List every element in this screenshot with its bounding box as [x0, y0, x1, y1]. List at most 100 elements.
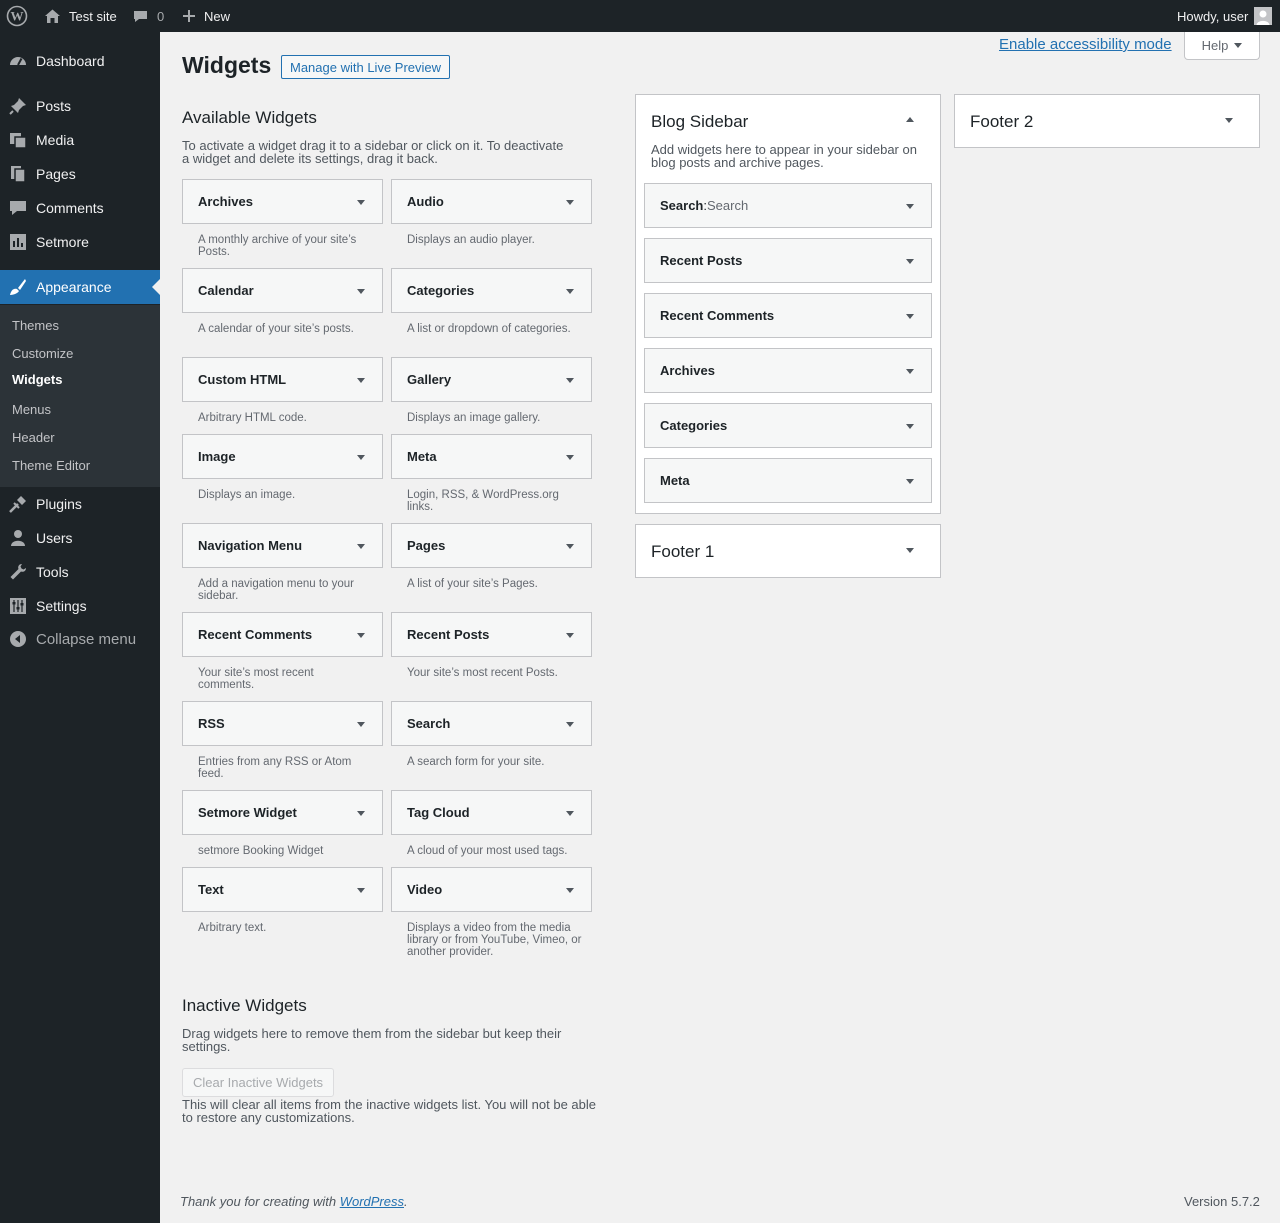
widget-rss[interactable]: RSS [182, 701, 383, 746]
chevron-down-icon[interactable] [357, 455, 365, 460]
submenu-item-widgets[interactable]: Widgets [12, 372, 62, 387]
comments-link[interactable]: 0 [133, 0, 164, 32]
widget-image[interactable]: Image [182, 434, 383, 479]
chevron-down-icon[interactable] [906, 479, 914, 484]
chevron-down-icon[interactable] [566, 289, 574, 294]
chevron-down-icon[interactable] [357, 722, 365, 727]
accessibility-mode-link[interactable]: Enable accessibility mode [999, 36, 1172, 53]
help-tab-button[interactable]: Help [1184, 32, 1260, 60]
footer-2-area[interactable]: Footer 2 [954, 94, 1260, 148]
chevron-up-icon[interactable] [906, 117, 914, 122]
widget-meta[interactable]: Meta [391, 434, 592, 479]
widget-pages[interactable]: Pages [391, 523, 592, 568]
sidebar-item-plugins[interactable]: Plugins [0, 487, 160, 521]
widget-video[interactable]: Video [391, 867, 592, 912]
sidebar-widget-search[interactable]: Search: Search [644, 183, 932, 228]
widget-audio[interactable]: Audio [391, 179, 592, 224]
footer-1-title: Footer 1 [651, 542, 715, 561]
widget-gallery[interactable]: Gallery [391, 357, 592, 402]
chevron-down-icon[interactable] [1225, 118, 1233, 123]
wordpress-link[interactable]: WordPress [340, 1194, 404, 1209]
widget-custom-html[interactable]: Custom HTML [182, 357, 383, 402]
blog-sidebar-area[interactable]: Blog Sidebar Add widgets here to appear … [635, 94, 941, 514]
available-widgets-title: Available Widgets [182, 108, 317, 127]
live-preview-button[interactable]: Manage with Live Preview [281, 55, 451, 79]
submenu-item-menus[interactable]: Menus [12, 402, 51, 417]
widget-description: A list of your site’s Pages. [407, 578, 538, 590]
sidebar-item-pages[interactable]: Pages [0, 157, 160, 191]
chevron-down-icon[interactable] [906, 259, 914, 264]
widget-recent-posts[interactable]: Recent Posts [391, 612, 592, 657]
chevron-down-icon[interactable] [566, 811, 574, 816]
chevron-down-icon[interactable] [566, 455, 574, 460]
chevron-down-icon[interactable] [357, 888, 365, 893]
widget-calendar[interactable]: Calendar [182, 268, 383, 313]
sidebar-item-settings[interactable]: Settings [0, 589, 160, 623]
footer-2-title: Footer 2 [970, 112, 1034, 131]
sidebar-widget-recent-posts[interactable]: Recent Posts [644, 238, 932, 283]
sidebar-item-setmore[interactable]: Setmore [0, 225, 160, 259]
chevron-down-icon[interactable] [566, 722, 574, 727]
footer-1-area[interactable]: Footer 1 [635, 524, 941, 578]
submenu-item-customize[interactable]: Customize [12, 346, 73, 361]
site-name-link[interactable]: Test site [44, 0, 117, 32]
submenu-item-header[interactable]: Header [12, 430, 55, 445]
account-menu[interactable]: Howdy, user [1177, 0, 1273, 32]
chevron-down-icon[interactable] [566, 888, 574, 893]
sidebar-widget-recent-comments[interactable]: Recent Comments [644, 293, 932, 338]
inactive-widgets-title: Inactive Widgets [182, 996, 307, 1015]
widget-search[interactable]: Search [391, 701, 592, 746]
chevron-down-icon[interactable] [566, 633, 574, 638]
widget-title: Recent Comments [660, 308, 775, 323]
chevron-down-icon[interactable] [906, 204, 914, 209]
new-content-link[interactable]: New [182, 0, 230, 32]
sidebar-item-tools[interactable]: Tools [0, 555, 160, 589]
widget-description: A cloud of your most used tags. [407, 845, 568, 857]
chevron-down-icon[interactable] [906, 548, 914, 553]
widget-setmore-widget[interactable]: Setmore Widget [182, 790, 383, 835]
chevron-down-icon[interactable] [566, 200, 574, 205]
chevron-down-icon[interactable] [906, 369, 914, 374]
chart-icon [9, 233, 27, 251]
widget-title: Archives [660, 363, 715, 378]
sidebar-item-appearance[interactable]: Appearance [0, 270, 160, 304]
chevron-down-icon[interactable] [357, 811, 365, 816]
widget-description: Add a navigation menu to your sidebar. [198, 578, 354, 602]
widget-instance-title: Search [707, 198, 749, 213]
available-widgets-description: To activate a widget drag it to a sideba… [182, 138, 564, 166]
submenu-item-themes[interactable]: Themes [12, 318, 59, 333]
chevron-down-icon[interactable] [357, 378, 365, 383]
submenu-item-theme-editor[interactable]: Theme Editor [12, 458, 90, 473]
collapse-menu-button[interactable]: Collapse menu [0, 622, 160, 656]
sidebar-widget-meta[interactable]: Meta [644, 458, 932, 503]
chevron-down-icon[interactable] [566, 378, 574, 383]
widget-description: Entries from any RSS or Atom feed. [198, 756, 352, 780]
home-icon [44, 8, 61, 24]
sidebar-item-dashboard[interactable]: Dashboard [0, 44, 160, 78]
chevron-down-icon[interactable] [357, 200, 365, 205]
clear-inactive-widgets-button[interactable]: Clear Inactive Widgets [182, 1068, 335, 1097]
widget-recent-comments[interactable]: Recent Comments [182, 612, 383, 657]
chevron-down-icon[interactable] [906, 314, 914, 319]
chevron-down-icon[interactable] [906, 424, 914, 429]
widget-archives[interactable]: Archives [182, 179, 383, 224]
chevron-down-icon[interactable] [566, 544, 574, 549]
sidebar-widget-archives[interactable]: Archives [644, 348, 932, 393]
widget-categories[interactable]: Categories [391, 268, 592, 313]
chevron-down-icon[interactable] [357, 289, 365, 294]
sidebar-widget-categories[interactable]: Categories [644, 403, 932, 448]
sidebar-item-users[interactable]: Users [0, 521, 160, 555]
widget-tag-cloud[interactable]: Tag Cloud [391, 790, 592, 835]
chevron-down-icon[interactable] [357, 544, 365, 549]
widget-navigation-menu[interactable]: Navigation Menu [182, 523, 383, 568]
widget-text[interactable]: Text [182, 867, 383, 912]
wordpress-logo-icon[interactable]: W [6, 0, 28, 32]
widget-title: Recent Posts [660, 253, 743, 268]
sidebar-item-posts[interactable]: Posts [0, 89, 160, 123]
sidebar-item-comments[interactable]: Comments [0, 191, 160, 225]
widget-title: Custom HTML [198, 372, 287, 387]
chevron-down-icon[interactable] [357, 633, 365, 638]
version-text: Version 5.7.2 [1184, 1194, 1260, 1209]
sidebar-item-media[interactable]: Media [0, 123, 160, 157]
widget-description: Arbitrary text. [198, 922, 267, 934]
